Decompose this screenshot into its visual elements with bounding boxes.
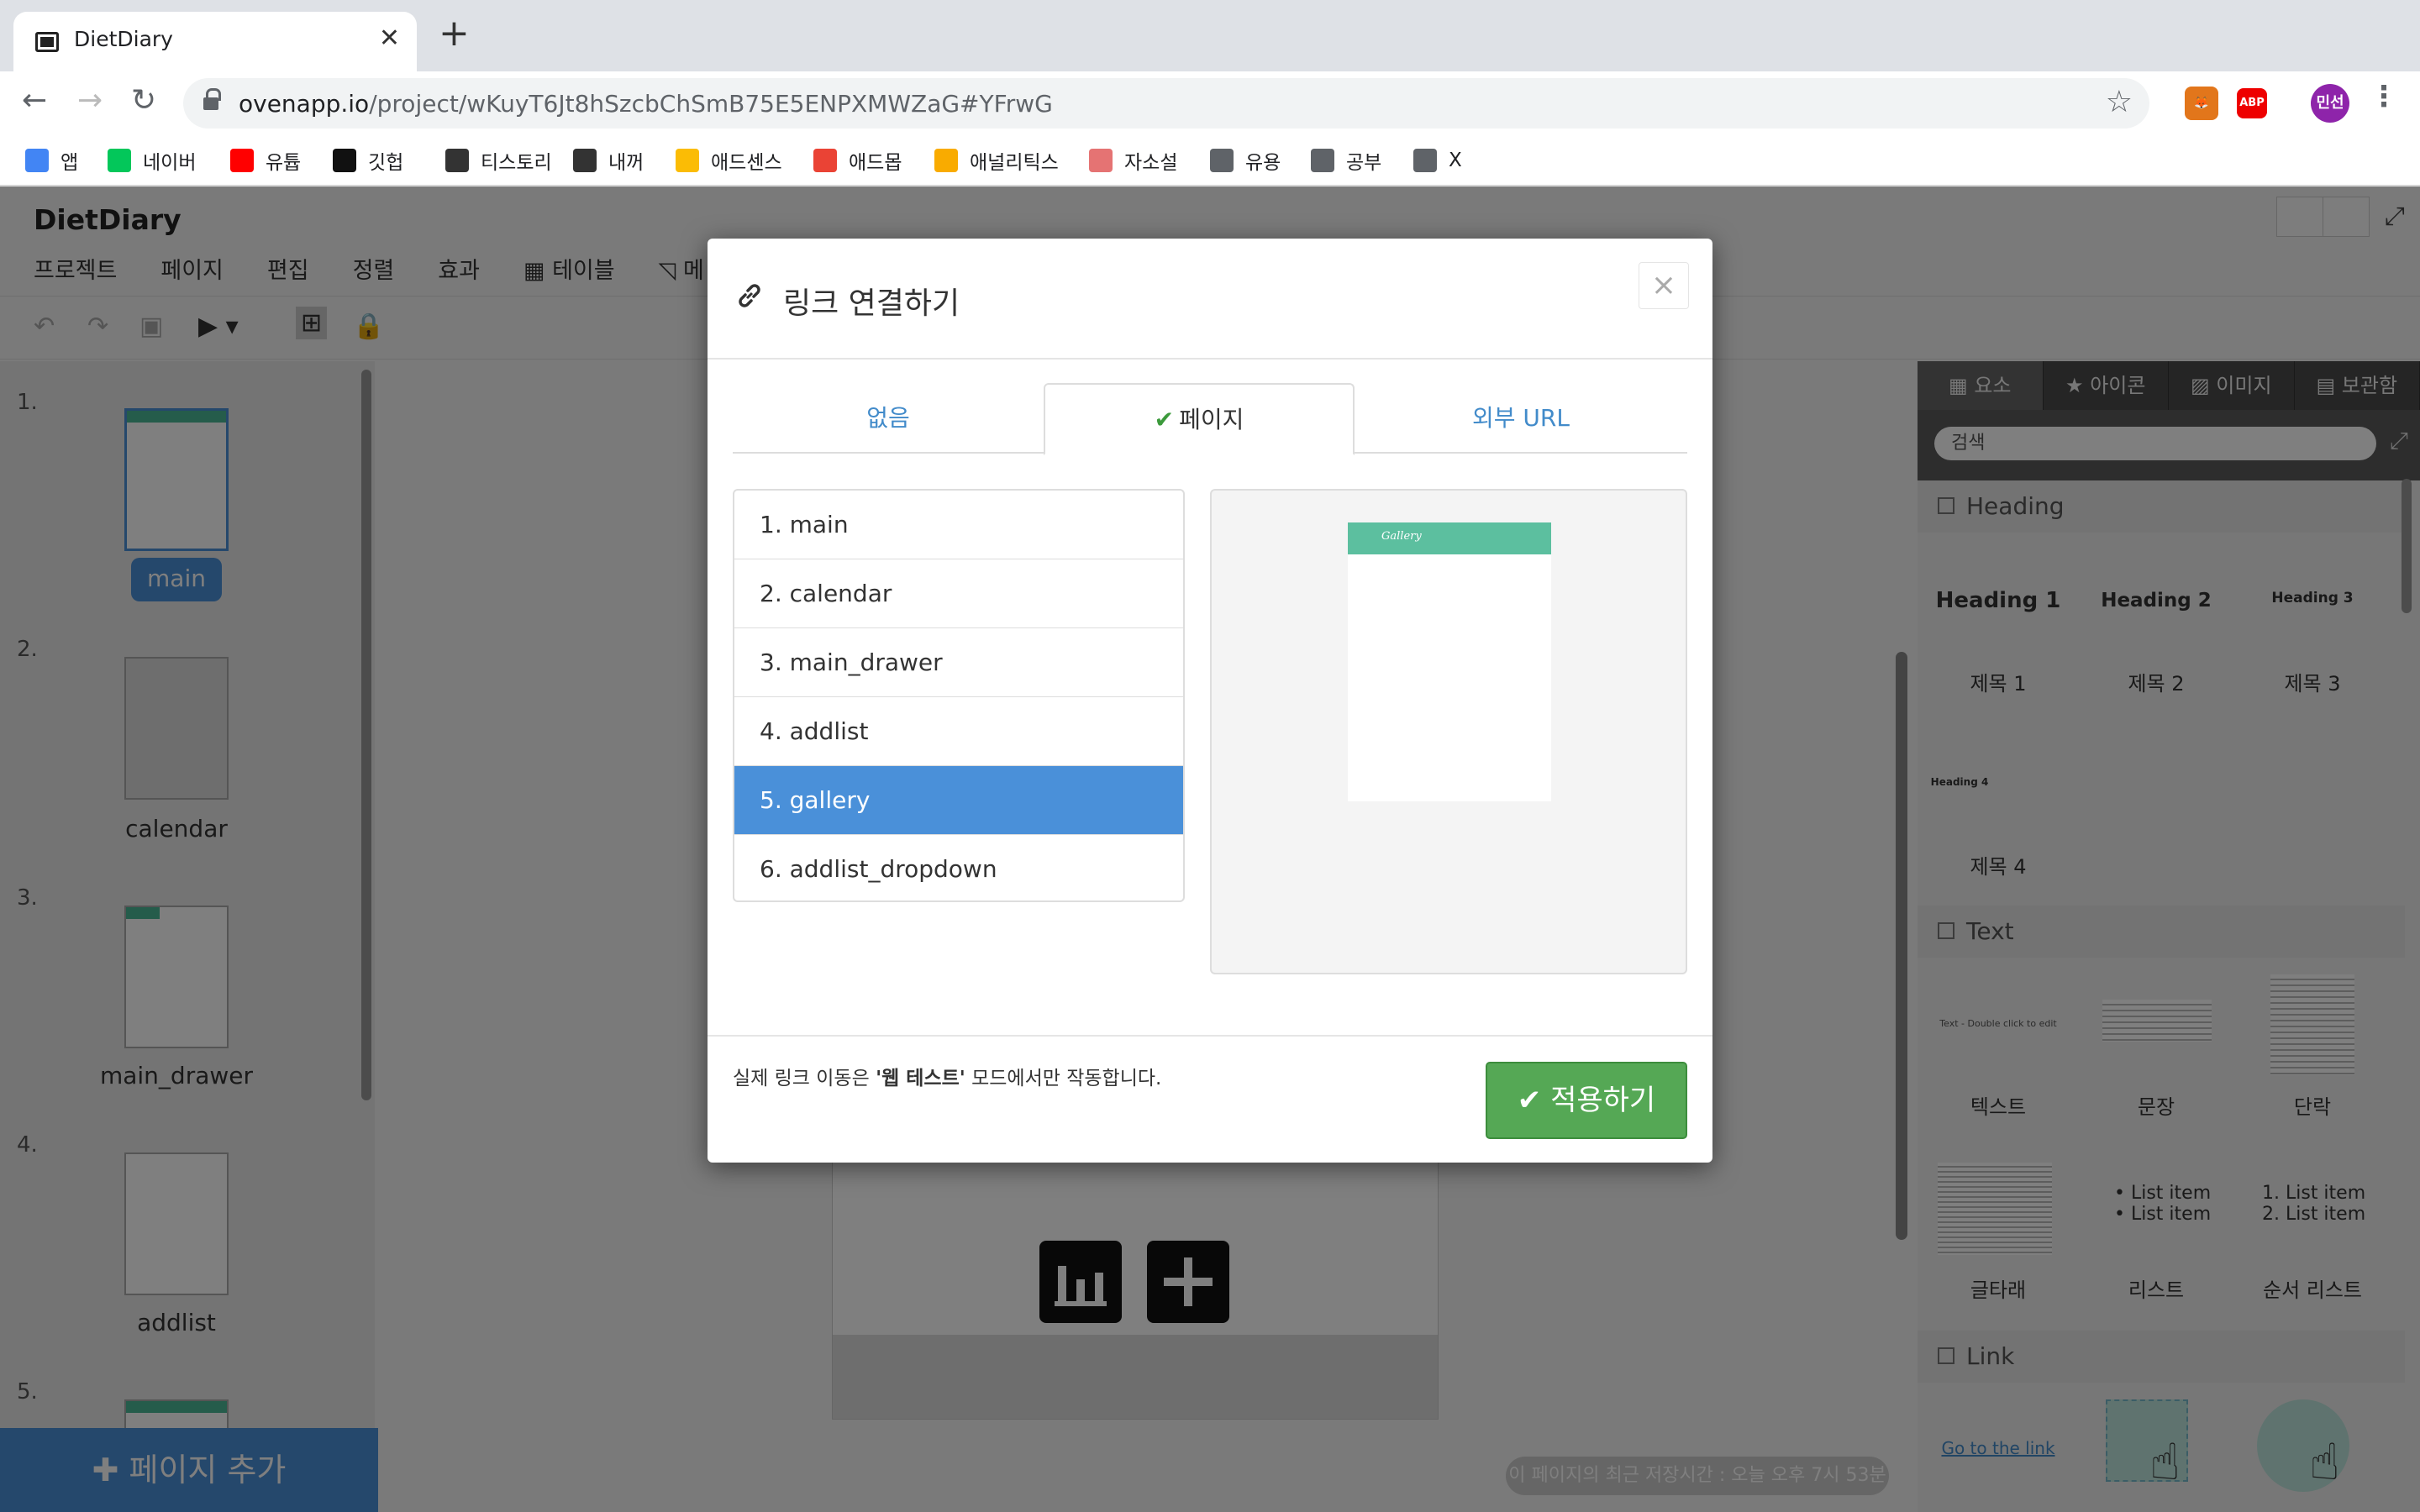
folder-icon — [1413, 149, 1437, 172]
url-path: /project/wKuyT6Jt8hSzcbChSmB75E5ENPXMWZa… — [369, 90, 1053, 118]
link-type-tabs: 없음 ✔ 페이지 외부 URL — [733, 383, 1687, 455]
bookmark-favicon-icon — [108, 149, 131, 172]
bookmark-label: 공부 — [1346, 152, 1382, 174]
bookmark-favicon-icon — [573, 149, 597, 172]
profile-avatar[interactable]: 민선 — [2311, 84, 2349, 123]
footnote-text: 실제 링크 이동은 '웹 테스트' 모드에서만 작동합니다. — [733, 1062, 1161, 1090]
list-item[interactable]: 6. addlist_dropdown — [734, 835, 1183, 900]
bookmark-label: 애드몹 — [849, 152, 902, 174]
forward-arrow-icon[interactable]: → — [77, 83, 103, 118]
bookmark-label: 애널리틱스 — [970, 152, 1059, 174]
bookmark-item[interactable]: 애널리틱스 — [934, 145, 1059, 176]
bookmark-item[interactable]: X — [1413, 145, 1462, 176]
tab-close-icon[interactable]: ✕ — [379, 24, 400, 53]
page-preview-pane: Gallery — [1210, 489, 1687, 974]
dialog-header: 링크 연결하기 × — [708, 239, 1712, 360]
list-item[interactable]: 4. addlist — [734, 697, 1183, 766]
bookmark-label: 앱 — [60, 152, 79, 174]
bookmark-favicon-icon — [25, 149, 49, 172]
bookmark-label: 깃헙 — [368, 152, 404, 174]
bookmark-item[interactable]: 애드센스 — [676, 145, 782, 176]
browser-tab[interactable]: DietDiary ✕ — [13, 12, 417, 71]
folder-icon — [1311, 149, 1334, 172]
page-select-list: 1. main 2. calendar 3. main_drawer 4. ad… — [733, 489, 1185, 902]
address-bar[interactable]: ovenapp.io/project/wKuyT6Jt8hSzcbChSmB75… — [183, 78, 2149, 129]
bookmark-favicon-icon — [813, 149, 837, 172]
adblock-plus-icon[interactable]: ABP — [2237, 88, 2267, 118]
bookmark-label: 네이버 — [143, 152, 197, 174]
tab-title: DietDiary — [74, 27, 173, 51]
browser-tab-strip: DietDiary ✕ + — [0, 0, 2420, 71]
footnote-prefix: 실제 링크 이동은 — [733, 1068, 876, 1089]
bookmark-item[interactable]: 티스토리 — [445, 145, 552, 176]
browser-menu-icon[interactable]: ⋮ — [2370, 80, 2398, 113]
link-dialog: 링크 연결하기 × 없음 ✔ 페이지 외부 URL 1. main 2. cale… — [708, 239, 1712, 1163]
bookmark-label: 유용 — [1245, 152, 1281, 174]
tab-page-label: 페이지 — [1179, 406, 1244, 433]
tab-page[interactable]: ✔ 페이지 — [1044, 383, 1355, 455]
url-host: ovenapp.io — [239, 90, 370, 118]
bookmark-item[interactable]: 깃헙 — [333, 145, 403, 176]
back-arrow-icon[interactable]: ← — [22, 83, 47, 118]
bookmark-item[interactable]: 공부 — [1311, 145, 1381, 176]
bookmark-item[interactable]: 네이버 — [108, 145, 196, 176]
reload-icon[interactable]: ↻ — [131, 83, 156, 118]
bookmark-item[interactable]: 유용 — [1210, 145, 1281, 176]
list-item[interactable]: 3. main_drawer — [734, 628, 1183, 697]
list-item[interactable]: 1. main — [734, 491, 1183, 559]
footnote-bold: '웹 테스트' — [876, 1068, 965, 1089]
bookmark-favicon-icon — [445, 149, 469, 172]
bookmark-label: 자소설 — [1124, 152, 1178, 174]
page-preview-thumbnail: Gallery — [1348, 522, 1551, 801]
bookmark-item[interactable]: 내꺼 — [573, 145, 644, 176]
footnote-suffix: 모드에서만 작동합니다. — [965, 1068, 1162, 1089]
bookmark-favicon-icon — [1089, 149, 1113, 172]
bookmark-item[interactable]: 자소설 — [1089, 145, 1177, 176]
bookmark-item[interactable]: 유튭 — [230, 145, 301, 176]
ovenapp-favicon-icon — [35, 32, 59, 52]
bookmark-label: 티스토리 — [481, 152, 552, 174]
bookmarks-bar: 앱 네이버 유튭 깃헙 티스토리 내꺼 애드센스 애드몹 애널리틱스 자소설 유용 공부 X — [0, 137, 2420, 186]
bookmark-label: X — [1449, 150, 1462, 171]
checkmark-icon: ✔ — [1154, 406, 1175, 433]
bookmark-label: 내꺼 — [608, 152, 644, 174]
apply-button[interactable]: ✔ 적용하기 — [1486, 1062, 1687, 1139]
bookmark-favicon-icon — [333, 149, 356, 172]
bookmark-favicon-icon — [230, 149, 254, 172]
preview-header: Gallery — [1348, 522, 1551, 554]
url-text: ovenapp.io/project/wKuyT6Jt8hSzcbChSmB75… — [239, 90, 1053, 118]
dialog-footer: 실제 링크 이동은 '웹 테스트' 모드에서만 작동합니다. ✔ 적용하기 — [708, 1035, 1712, 1163]
bookmark-label: 애드센스 — [711, 152, 782, 174]
dialog-close-button[interactable]: × — [1639, 262, 1689, 309]
folder-icon — [1210, 149, 1234, 172]
tab-none[interactable]: 없음 — [733, 383, 1044, 454]
bookmark-item[interactable]: 앱 — [25, 145, 78, 176]
tab-external-url[interactable]: 외부 URL — [1355, 383, 1687, 454]
new-tab-button[interactable]: + — [439, 15, 470, 52]
lock-icon — [203, 88, 221, 110]
dialog-title: 링크 연결하기 — [783, 286, 960, 321]
list-item[interactable]: 2. calendar — [734, 559, 1183, 628]
browser-toolbar: ← → ↻ ovenapp.io/project/wKuyT6Jt8hSzcbC… — [0, 71, 2420, 137]
link-icon — [739, 284, 760, 307]
bookmark-label: 유튭 — [266, 152, 302, 174]
bookmark-favicon-icon — [934, 149, 958, 172]
checkmark-icon: ✔ — [1517, 1084, 1551, 1117]
list-item-selected[interactable]: 5. gallery — [734, 766, 1183, 835]
bookmark-star-icon[interactable]: ☆ — [2106, 85, 2133, 119]
apply-label: 적용하기 — [1550, 1084, 1656, 1117]
metamask-fox-icon[interactable]: 🦊 — [2185, 87, 2218, 120]
bookmark-favicon-icon — [676, 149, 699, 172]
bookmark-item[interactable]: 애드몹 — [813, 145, 902, 176]
